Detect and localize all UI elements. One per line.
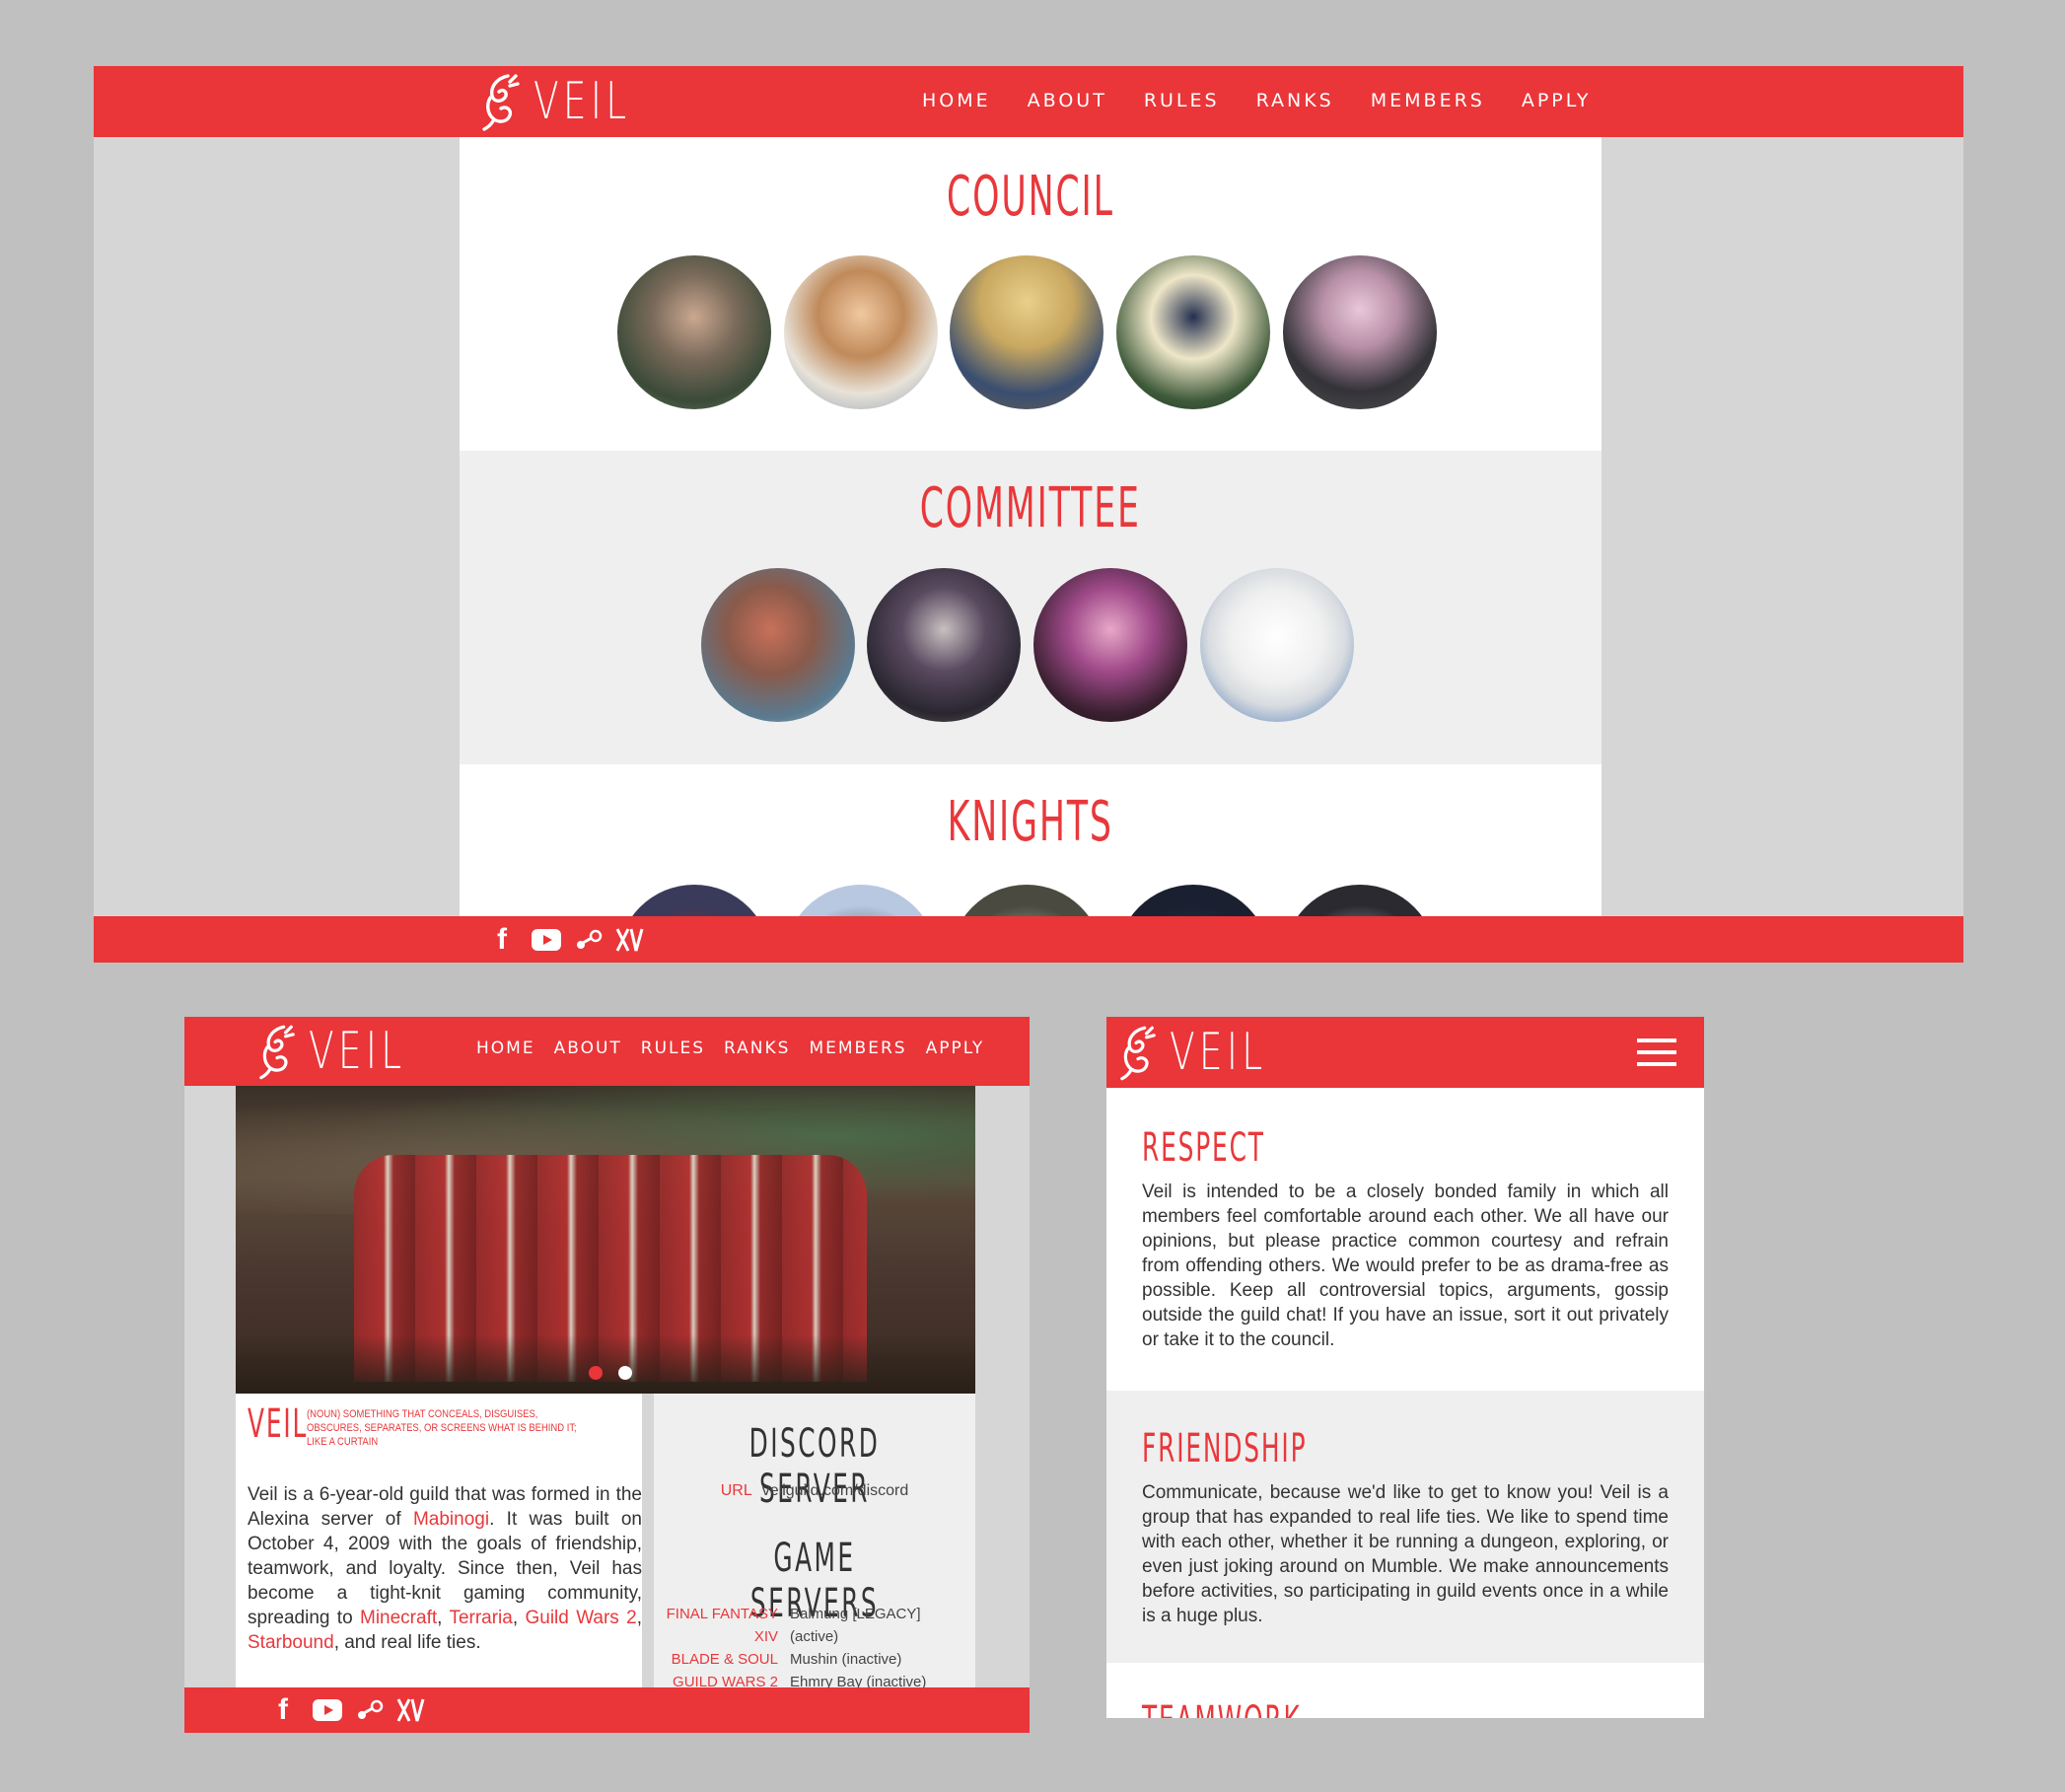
facebook-icon[interactable]: f (490, 923, 514, 956)
footer-bar: f (184, 1687, 1030, 1733)
guild-photo-slider[interactable] (236, 1086, 975, 1394)
discord-url[interactable]: veilguild.com/discord (762, 1482, 909, 1499)
dragon-logo-icon (482, 74, 520, 131)
steam-icon[interactable] (354, 1699, 384, 1721)
nav-rules[interactable]: RULES (641, 1039, 705, 1058)
rule-respect: RESPECT Veil is intended to be a closely… (1106, 1088, 1704, 1391)
youtube-icon[interactable] (313, 1699, 342, 1721)
nav-ranks[interactable]: RANKS (1256, 90, 1334, 111)
nav-home[interactable]: HOME (922, 90, 991, 111)
server-row: BLADE & SOUL Mushin (inactive) (671, 1651, 902, 1668)
council-section: COUNCIL (460, 137, 1602, 451)
member-avatar[interactable] (617, 255, 771, 409)
logo[interactable]: VEIL (1118, 1019, 1305, 1086)
nav-about[interactable]: ABOUT (554, 1039, 622, 1058)
tablet-home-window: VEIL HOME ABOUT RULES RANKS MEMBERS APPL… (184, 1017, 1030, 1733)
rule-teamwork: TEAMWORK (1106, 1663, 1704, 1718)
section-title: COMMITTEE (919, 476, 1142, 540)
social-links: f (490, 923, 644, 956)
member-avatar[interactable] (1200, 568, 1354, 722)
mobile-rules-window: VEIL RESPECT Veil is intended to be a cl… (1106, 1017, 1704, 1718)
section-title: KNIGHTS (947, 790, 1114, 854)
starbound-link[interactable]: Starbound (248, 1632, 334, 1653)
social-links: f (271, 1693, 425, 1726)
ffxiv-icon[interactable] (614, 926, 644, 954)
member-avatar[interactable] (1033, 568, 1187, 722)
discord-url-row: URL veilguild.com/discord (720, 1482, 909, 1499)
nav-home[interactable]: HOME (476, 1039, 535, 1058)
hamburger-menu-icon[interactable] (1637, 1039, 1676, 1068)
top-nav-bar: VEIL (1106, 1017, 1704, 1088)
footer-bar: f (94, 916, 1963, 963)
dragon-logo-icon (1120, 1026, 1156, 1081)
brand-wordmark: VEIL (534, 72, 631, 131)
member-avatar[interactable] (1283, 255, 1437, 409)
member-avatar[interactable] (867, 568, 1021, 722)
minecraft-link[interactable]: Minecraft (360, 1608, 437, 1628)
game-servers-table: FINAL FANTASY XIV Balmung [LEGACY] (acti… (664, 1603, 965, 1693)
member-avatar[interactable] (1116, 255, 1270, 409)
youtube-icon[interactable] (532, 929, 561, 951)
member-avatar[interactable] (950, 255, 1104, 409)
info-panel: DISCORD SERVER URL veilguild.com/discord … (654, 1394, 975, 1690)
brand-wordmark: VEIL (1170, 1023, 1267, 1082)
about-panel: VEIL (NOUN) SOMETHING THAT CONCEALS, DIS… (236, 1394, 642, 1687)
main-nav: HOME ABOUT RULES RANKS MEMBERS APPLY (922, 90, 1591, 111)
rule-friendship: FRIENDSHIP Communicate, because we'd lik… (1106, 1391, 1704, 1663)
dragon-logo-icon (259, 1025, 295, 1080)
nav-members[interactable]: MEMBERS (1371, 90, 1485, 111)
rule-title: RESPECT (1142, 1125, 1265, 1171)
definition-text: (NOUN) SOMETHING THAT CONCEALS, DISGUISE… (307, 1408, 577, 1448)
main-nav: HOME ABOUT RULES RANKS MEMBERS APPLY (476, 1039, 984, 1058)
nav-members[interactable]: MEMBERS (809, 1039, 906, 1058)
definition-block: VEIL (NOUN) SOMETHING THAT CONCEALS, DIS… (248, 1401, 642, 1451)
logo[interactable]: VEIL (480, 70, 669, 133)
about-paragraph: Veil is a 6-year-old guild that was form… (248, 1484, 643, 1653)
guildwars2-link[interactable]: Guild Wars 2 (525, 1608, 636, 1628)
member-avatar[interactable] (784, 255, 938, 409)
ffxiv-icon[interactable] (395, 1696, 425, 1724)
slider-dot[interactable] (589, 1366, 603, 1380)
facebook-icon[interactable]: f (271, 1693, 295, 1726)
rule-text: Veil is intended to be a closely bonded … (1142, 1182, 1669, 1350)
committee-section: COMMITTEE (460, 451, 1602, 764)
server-row: FINAL FANTASY XIV Balmung [LEGACY] (acti… (666, 1606, 921, 1645)
nav-apply[interactable]: APPLY (926, 1039, 985, 1058)
nav-rules[interactable]: RULES (1144, 90, 1220, 111)
slider-dot-active[interactable] (618, 1366, 632, 1380)
section-title: COUNCIL (947, 165, 1114, 229)
desktop-ranks-window: VEIL HOME ABOUT RULES RANKS MEMBERS APPL… (94, 66, 1963, 963)
rule-text: Communicate, because we'd like to get to… (1142, 1482, 1669, 1626)
logo[interactable]: VEIL (257, 1019, 444, 1084)
ranks-content: COUNCIL COMMITTEE KNIGHTS (460, 137, 1602, 963)
member-avatar[interactable] (701, 568, 855, 722)
brand-wordmark: VEIL (309, 1022, 406, 1081)
mabinogi-link[interactable]: Mabinogi (413, 1509, 489, 1530)
nav-ranks[interactable]: RANKS (724, 1039, 790, 1058)
top-nav-bar: VEIL HOME ABOUT RULES RANKS MEMBERS APPL… (94, 66, 1963, 137)
steam-icon[interactable] (573, 929, 603, 951)
nav-about[interactable]: ABOUT (1028, 90, 1107, 111)
rule-title: FRIENDSHIP (1142, 1426, 1308, 1471)
nav-apply[interactable]: APPLY (1522, 90, 1592, 111)
rule-title: TEAMWORK (1142, 1698, 1302, 1718)
definition-word: VEIL (248, 1401, 309, 1447)
terraria-link[interactable]: Terraria (449, 1608, 512, 1628)
top-nav-bar: VEIL HOME ABOUT RULES RANKS MEMBERS APPL… (184, 1017, 1030, 1086)
